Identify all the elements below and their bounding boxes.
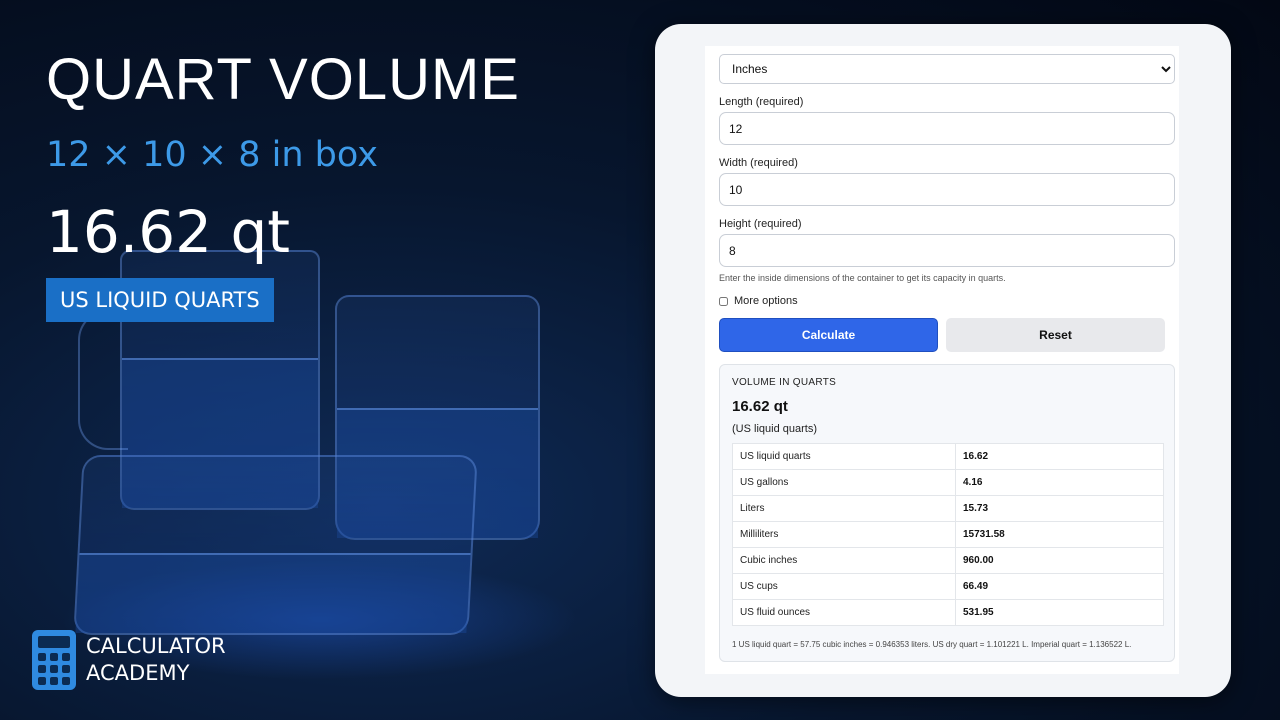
row-value: 15.73 xyxy=(955,495,1164,522)
row-label: Milliliters xyxy=(732,521,956,548)
result-unit: (US liquid quarts) xyxy=(732,423,817,435)
row-label: US cups xyxy=(732,573,956,600)
result-box: VOLUME IN QUARTS 16.62 qt (US liquid qua… xyxy=(719,364,1175,662)
row-value: 16.62 xyxy=(955,443,1164,470)
result-value: 16.62 qt xyxy=(732,398,788,415)
row-value: 4.16 xyxy=(955,469,1164,496)
calculator-form: Inches Length (required) Width (required… xyxy=(705,46,1179,674)
action-buttons: Calculate Reset xyxy=(719,318,1165,352)
table-row: US fluid ounces 531.95 xyxy=(732,599,1164,626)
unit-badge: US LIQUID QUARTS xyxy=(46,278,274,322)
table-row: Milliliters 15731.58 xyxy=(732,521,1164,548)
container-decoration xyxy=(73,455,478,635)
brand-logo: CALCULATOR ACADEMY xyxy=(32,630,226,690)
row-label: US gallons xyxy=(732,469,956,496)
table-row: US liquid quarts 16.62 xyxy=(732,443,1164,470)
pitcher-handle-decoration xyxy=(78,310,128,450)
row-value: 15731.58 xyxy=(955,521,1164,548)
table-row: Liters 15.73 xyxy=(732,495,1164,522)
brand-line-1: CALCULATOR xyxy=(86,634,226,658)
page-subtitle: 12 × 10 × 8 in box xyxy=(46,135,378,175)
height-input[interactable] xyxy=(719,234,1175,267)
more-options-label: More options xyxy=(734,295,798,307)
brand-name: CALCULATOR ACADEMY xyxy=(86,633,226,687)
hero-result: 16.62 qt xyxy=(46,198,291,266)
units-select[interactable]: Inches xyxy=(719,54,1175,84)
calculator-icon xyxy=(32,630,76,690)
conversion-table: US liquid quarts 16.62 US gallons 4.16 L… xyxy=(732,443,1164,626)
row-label: Cubic inches xyxy=(732,547,956,574)
row-value: 960.00 xyxy=(955,547,1164,574)
brand-line-2: ACADEMY xyxy=(86,661,190,685)
dimensions-hint: Enter the inside dimensions of the conta… xyxy=(719,273,1006,283)
conversion-footnote: 1 US liquid quart = 57.75 cubic inches =… xyxy=(732,640,1132,649)
more-options-checkbox[interactable] xyxy=(719,296,728,306)
row-label: US liquid quarts xyxy=(732,443,956,470)
length-input[interactable] xyxy=(719,112,1175,145)
result-heading: VOLUME IN QUARTS xyxy=(732,377,837,388)
table-row: US cups 66.49 xyxy=(732,573,1164,600)
width-label: Width (required) xyxy=(719,157,798,169)
calculate-button[interactable]: Calculate xyxy=(719,318,939,352)
more-options-toggle[interactable]: More options xyxy=(719,295,1165,307)
row-value: 531.95 xyxy=(955,599,1164,626)
reset-button[interactable]: Reset xyxy=(946,318,1165,352)
row-label: US fluid ounces xyxy=(732,599,956,626)
width-input[interactable] xyxy=(719,173,1175,206)
height-label: Height (required) xyxy=(719,218,802,230)
length-label: Length (required) xyxy=(719,96,804,108)
table-row: Cubic inches 960.00 xyxy=(732,547,1164,574)
table-row: US gallons 4.16 xyxy=(732,469,1164,496)
page-title: QUART VOLUME xyxy=(46,47,520,112)
calculator-panel: Inches Length (required) Width (required… xyxy=(655,24,1231,697)
row-value: 66.49 xyxy=(955,573,1164,600)
row-label: Liters xyxy=(732,495,956,522)
